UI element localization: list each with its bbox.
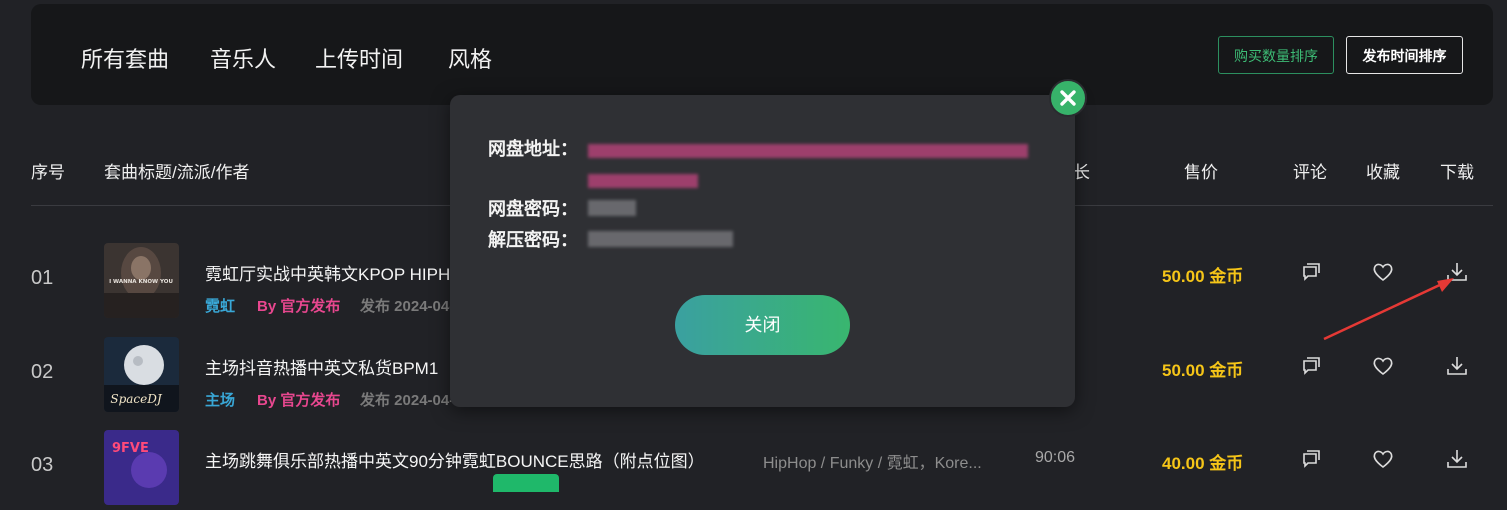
redacted-text <box>588 200 636 216</box>
annotation-arrow <box>1323 278 1454 341</box>
table-row: 03 9FVE 主场跳舞俱乐部热播中英文90分钟霓虹BOUNCE思路（附点位图）… <box>0 430 1507 510</box>
comment-icon[interactable] <box>1298 353 1324 379</box>
header-duration: 长 <box>1073 163 1090 182</box>
release-date: 发布 2024-04- <box>360 392 455 409</box>
genre-tag[interactable]: 主场 <box>205 389 235 410</box>
redacted-text <box>588 231 733 247</box>
sort-by-release-time-button[interactable]: 发布时间排序 <box>1346 36 1463 74</box>
download-icon[interactable] <box>1444 353 1470 379</box>
price: 50.00 金币 <box>1162 267 1244 286</box>
author-link[interactable]: By 官方发布 <box>257 389 340 410</box>
header-title: 套曲标题/流派/作者 <box>104 163 250 182</box>
comment-icon[interactable] <box>1298 446 1324 472</box>
track-title[interactable]: 主场抖音热播中英文私货BPM1 <box>205 354 438 379</box>
row-number: 01 <box>31 267 54 289</box>
cover-image[interactable]: I WANNA KNOW YOU <box>104 243 179 318</box>
tab-all-sets[interactable]: 所有套曲 <box>81 45 169 75</box>
genre-tag[interactable]: 霓虹 <box>205 295 235 316</box>
track-title[interactable]: 主场跳舞俱乐部热播中英文90分钟霓虹BOUNCE思路（附点位图） <box>205 447 705 472</box>
cover-image[interactable]: 9FVE <box>104 430 179 505</box>
release-date: 发布 2024-04- <box>360 298 455 315</box>
price: 50.00 金币 <box>1162 361 1244 380</box>
author-link[interactable]: By 官方发布 <box>257 295 340 316</box>
cover-image[interactable]: SpaceDJ <box>104 337 179 412</box>
disk-password-label: 网盘密码： <box>488 199 578 219</box>
track-duration: 90:06 <box>1035 449 1076 466</box>
track-style: HipHop / Funky / 霓虹，Kore... <box>763 455 982 472</box>
redacted-text <box>588 174 698 189</box>
close-icon[interactable] <box>1049 79 1087 117</box>
heart-icon[interactable] <box>1370 446 1396 472</box>
filter-bar: 所有套曲 音乐人 上传时间 风格 购买数量排序 发布时间排序 <box>31 4 1493 105</box>
disk-address-link[interactable] <box>588 135 1038 195</box>
download-info-modal: 网盘地址： 网盘密码： 解压密码： 关闭 <box>450 95 1075 407</box>
heart-icon[interactable] <box>1370 353 1396 379</box>
header-comment: 评论 <box>1293 163 1327 182</box>
header-num: 序号 <box>31 163 65 182</box>
header-price: 售价 <box>1184 163 1218 182</box>
download-icon[interactable] <box>1444 446 1470 472</box>
track-title[interactable]: 霓虹厅实战中英韩文KPOP HIPH <box>205 260 450 285</box>
cover-text: I WANNA KNOW YOU <box>109 279 173 285</box>
header-download: 下载 <box>1440 163 1474 182</box>
redacted-text <box>588 144 1028 159</box>
row-number: 02 <box>31 361 54 383</box>
vip-badge <box>493 474 559 492</box>
cover-text: 9FVE <box>112 441 149 456</box>
disk-address-label: 网盘地址： <box>488 139 578 159</box>
header-favorite: 收藏 <box>1366 163 1400 182</box>
tab-style[interactable]: 风格 <box>448 45 492 75</box>
unzip-password-label: 解压密码： <box>488 230 578 250</box>
tab-upload-time[interactable]: 上传时间 <box>315 45 403 75</box>
sort-by-purchases-button[interactable]: 购买数量排序 <box>1218 36 1334 74</box>
cover-text: SpaceDJ <box>110 392 163 406</box>
tab-musician[interactable]: 音乐人 <box>210 45 276 75</box>
price: 40.00 金币 <box>1162 454 1244 473</box>
close-button[interactable]: 关闭 <box>675 295 850 355</box>
row-number: 03 <box>31 454 54 476</box>
